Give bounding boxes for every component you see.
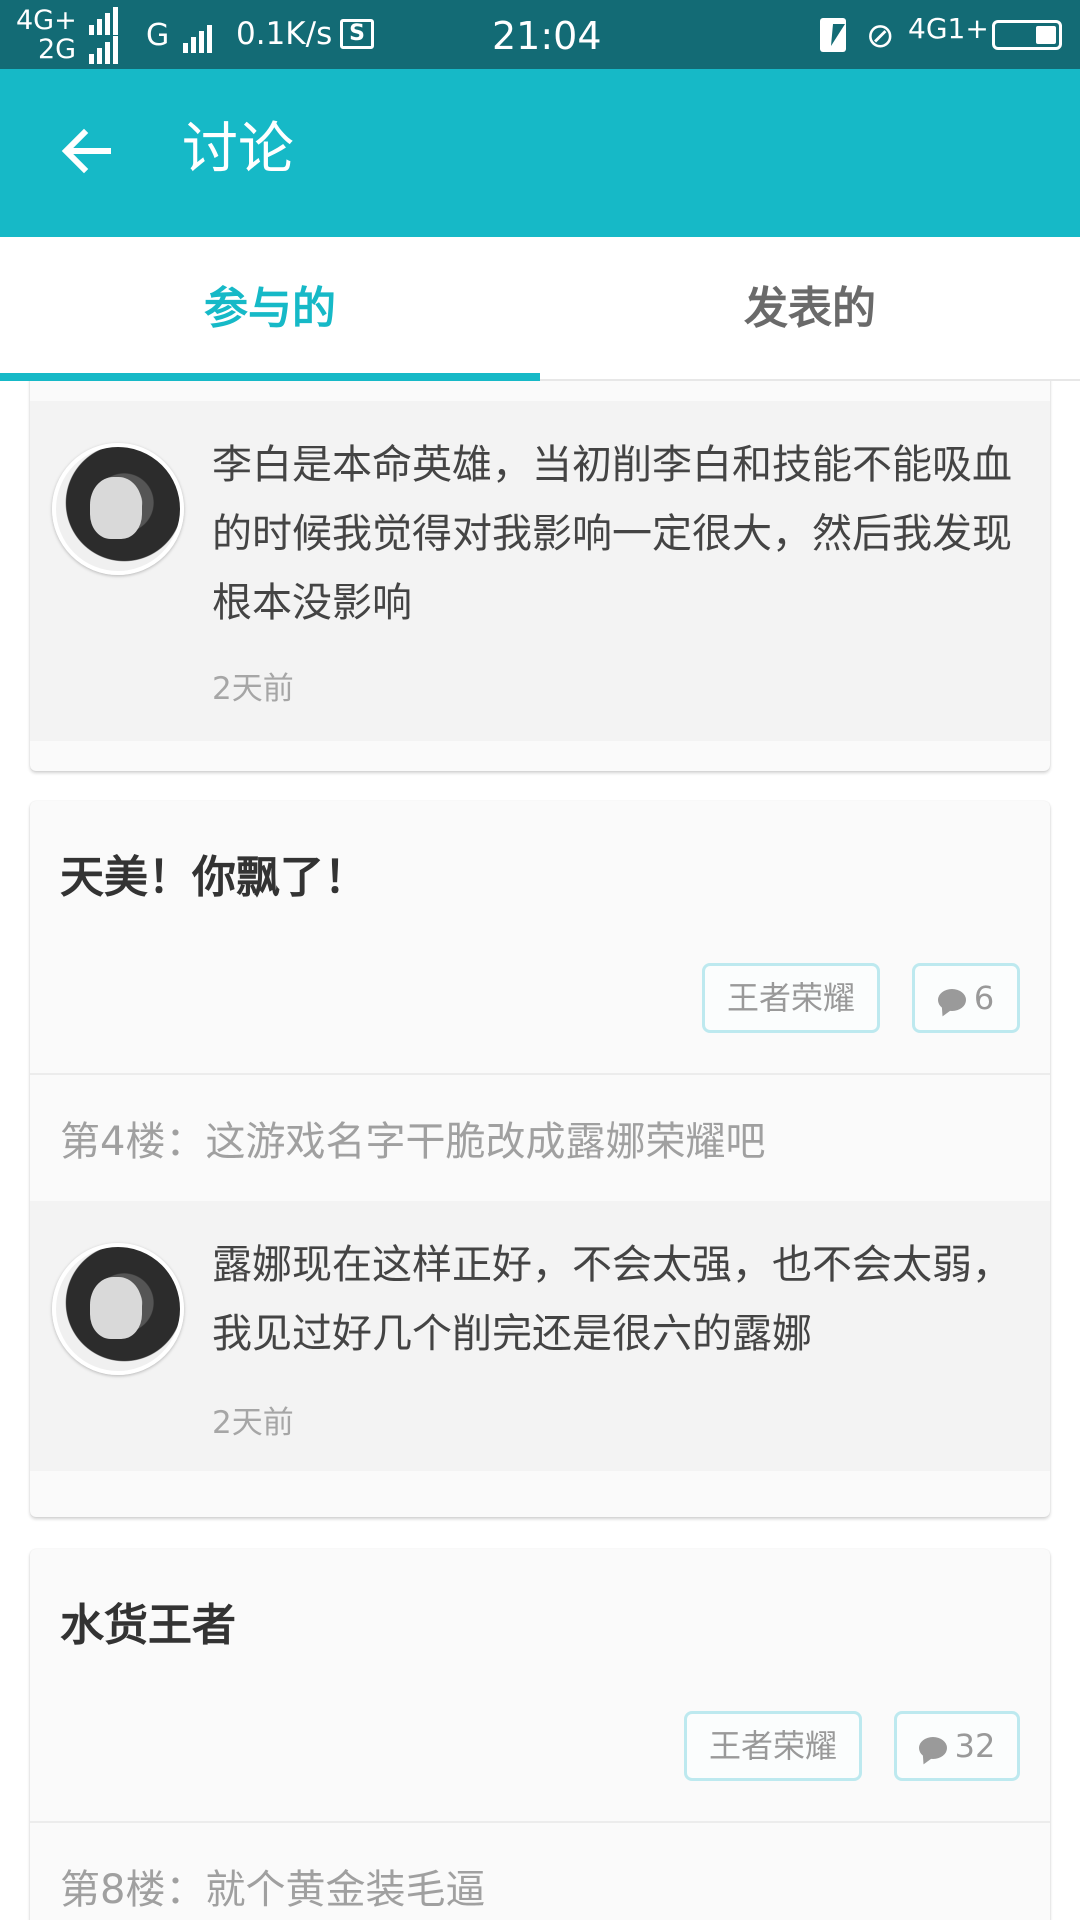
reply-text: 露娜现在这样正好，不会太强，也不会太弱，我见过好几个削完还是很六的露娜 xyxy=(212,1242,1012,1357)
discussion-card[interactable]: 李白是本命英雄，当初削李白和技能不能吸血的时候我觉得对我影响一定很大，然后我发现… xyxy=(30,381,1050,771)
tab-bar: 参与的 发表的 xyxy=(0,237,1080,381)
reply-text: 李白是本命英雄，当初削李白和技能不能吸血的时候我觉得对我影响一定很大，然后我发现… xyxy=(212,442,1012,626)
back-button[interactable] xyxy=(56,121,116,181)
discussion-list[interactable]: 李白是本命英雄，当初削李白和技能不能吸血的时候我觉得对我影响一定很大，然后我发现… xyxy=(0,381,1080,1920)
page-title: 讨论 xyxy=(182,117,294,182)
avatar[interactable] xyxy=(52,443,184,575)
signal-bars-icon xyxy=(89,6,121,35)
network-type-bottom: 2G xyxy=(38,34,77,65)
tab-published[interactable]: 发表的 xyxy=(540,237,1080,381)
battery-icon xyxy=(992,20,1062,50)
reply-item[interactable]: 露娜现在这样正好，不会太强，也不会太弱，我见过好几个削完还是很六的露娜 2天前 xyxy=(30,1201,1050,1471)
discussion-card[interactable]: 天美！你飘了！ 王者荣耀 6 第4楼：这游戏名字干脆改成露娜荣耀吧 露娜现在这样… xyxy=(30,801,1050,1517)
mute-icon: ⊘ xyxy=(866,16,895,56)
signal-indicator: 4G+ 2G xyxy=(16,6,121,64)
network-type: G xyxy=(146,18,215,53)
comment-count-button[interactable]: 6 xyxy=(912,963,1020,1033)
comment-count-button[interactable]: 32 xyxy=(894,1711,1020,1781)
game-tag[interactable]: 王者荣耀 xyxy=(702,963,880,1033)
comment-count: 6 xyxy=(973,979,995,1017)
divider xyxy=(30,1073,1050,1075)
comment-icon xyxy=(937,989,966,1011)
charging-icon xyxy=(820,18,846,52)
network-type-right: 4G1+ xyxy=(908,12,989,45)
reply-item[interactable]: 李白是本命英雄，当初削李白和技能不能吸血的时候我觉得对我影响一定很大，然后我发现… xyxy=(30,401,1050,741)
divider xyxy=(30,1821,1050,1823)
clock: 21:04 xyxy=(492,14,602,58)
discussion-title[interactable]: 水货王者 xyxy=(60,1589,236,1653)
tab-participated[interactable]: 参与的 xyxy=(0,237,540,381)
floor-reply-summary[interactable]: 第8楼：就个黄金装毛逼 xyxy=(60,1857,485,1915)
signal-bars-icon xyxy=(88,35,121,64)
discussion-title[interactable]: 天美！你飘了！ xyxy=(60,841,368,905)
floor-reply-summary[interactable]: 第4楼：这游戏名字干脆改成露娜荣耀吧 xyxy=(60,1109,765,1167)
arrow-left-icon xyxy=(61,128,111,174)
network-speed: 0.1K/s xyxy=(236,16,333,52)
sim-icon: S xyxy=(340,19,374,49)
avatar[interactable] xyxy=(52,1243,184,1375)
reply-time: 2天前 xyxy=(212,1405,294,1441)
comment-icon xyxy=(918,1737,947,1759)
reply-time: 2天前 xyxy=(212,671,294,707)
game-tag[interactable]: 王者荣耀 xyxy=(684,1711,862,1781)
comment-count: 32 xyxy=(954,1727,996,1765)
tab-indicator xyxy=(0,373,540,381)
network-type-top: 4G+ xyxy=(16,5,77,36)
network-type-label: G xyxy=(146,18,170,53)
discussion-card[interactable]: 水货王者 王者荣耀 32 第8楼：就个黄金装毛逼 xyxy=(30,1549,1050,1920)
app-bar: 讨论 xyxy=(0,69,1080,237)
status-bar: 4G+ 2G G 0.1K/s S 21:04 ⊘ 4G1+ xyxy=(0,0,1080,69)
signal-bars-icon xyxy=(182,18,215,53)
